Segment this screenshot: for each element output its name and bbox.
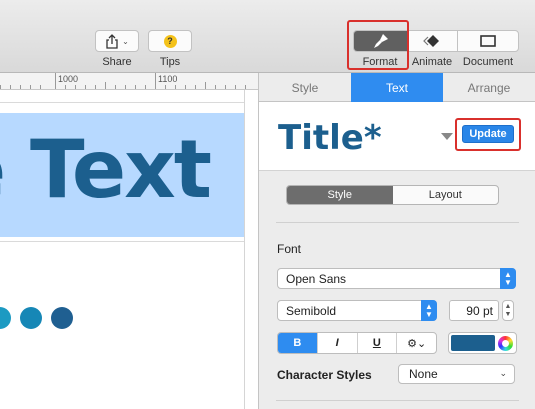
character-styles-popup[interactable]: None ⌄	[398, 364, 515, 384]
animate-button[interactable]	[408, 31, 458, 51]
tips-label: Tips	[159, 56, 181, 68]
italic-button[interactable]: I	[318, 333, 358, 353]
chevron-down-icon: ⌄	[499, 368, 507, 378]
font-weight-popup[interactable]: Semibold ▲ ▼	[277, 300, 437, 321]
font-size-field[interactable]: 90 pt	[449, 300, 499, 321]
up-down-arrows-icon: ▲ ▼	[500, 268, 516, 289]
text-color-well[interactable]	[448, 332, 517, 354]
text-format-buttons: B I U ⚙⌄	[277, 332, 437, 354]
animate-label: Animate	[411, 56, 453, 68]
font-size-stepper[interactable]: ▲ ▼	[502, 300, 514, 321]
up-down-arrows-icon: ▲ ▼	[421, 300, 437, 321]
bold-button[interactable]: B	[278, 333, 318, 353]
share-icon	[106, 33, 118, 49]
advanced-options-gear-icon[interactable]: ⚙⌄	[397, 333, 436, 353]
chevron-down-icon: ⌄	[122, 36, 129, 46]
selected-text-box[interactable]: e Text	[0, 113, 244, 237]
color-wheel-icon[interactable]	[498, 336, 513, 351]
font-weight-value: Semibold	[286, 303, 337, 318]
paragraph-style-row: Title* Update	[259, 102, 535, 171]
segment-layout[interactable]: Layout	[393, 186, 499, 204]
divider	[276, 222, 519, 223]
style-layout-switch: Style Layout	[286, 185, 499, 205]
color-dot-3[interactable]	[51, 307, 73, 329]
character-styles-label: Character Styles	[277, 368, 372, 382]
slide-guide-line	[0, 102, 244, 103]
share-label: Share	[102, 56, 132, 68]
font-family-popup[interactable]: Open Sans ▲ ▼	[277, 268, 516, 289]
paragraph-style-name[interactable]: Title*	[278, 118, 382, 158]
paragraph-style-menu-icon[interactable]	[441, 133, 453, 140]
toolbar: ⌄ Share ? Tips Format Animate Document	[0, 0, 535, 73]
tab-style[interactable]: Style	[259, 73, 351, 102]
document-label: Document	[462, 56, 514, 68]
tab-text[interactable]: Text	[351, 73, 443, 102]
font-family-value: Open Sans	[286, 271, 347, 286]
horizontal-ruler: 1000 1100	[0, 73, 258, 90]
share-button[interactable]: ⌄	[95, 30, 139, 52]
segment-style[interactable]: Style	[287, 186, 393, 204]
divider	[276, 400, 519, 401]
ruler-mark-1000: 1000	[58, 74, 79, 84]
character-styles-value: None	[409, 367, 438, 381]
tips-button[interactable]: ?	[148, 30, 192, 52]
update-highlight-box	[455, 118, 521, 151]
tab-arrange[interactable]: Arrange	[443, 73, 535, 102]
format-highlight-box	[347, 20, 409, 70]
inspector-tabs: Style Text Arrange	[259, 73, 535, 102]
slide-edge	[244, 90, 245, 409]
underline-button[interactable]: U	[358, 333, 398, 353]
font-section-label: Font	[277, 242, 302, 256]
ruler-mark-1100: 1100	[158, 74, 178, 84]
help-icon: ?	[163, 34, 177, 48]
document-icon	[480, 35, 496, 47]
text-color-swatch[interactable]	[451, 335, 495, 351]
format-inspector: Style Text Arrange Title* Update Style L…	[258, 73, 535, 409]
animate-diamond-icon	[422, 35, 439, 47]
color-dot-2[interactable]	[20, 307, 42, 329]
slide-title-text[interactable]: e Text	[0, 123, 212, 216]
document-button[interactable]	[458, 31, 518, 51]
slide-guide-line	[0, 241, 244, 242]
